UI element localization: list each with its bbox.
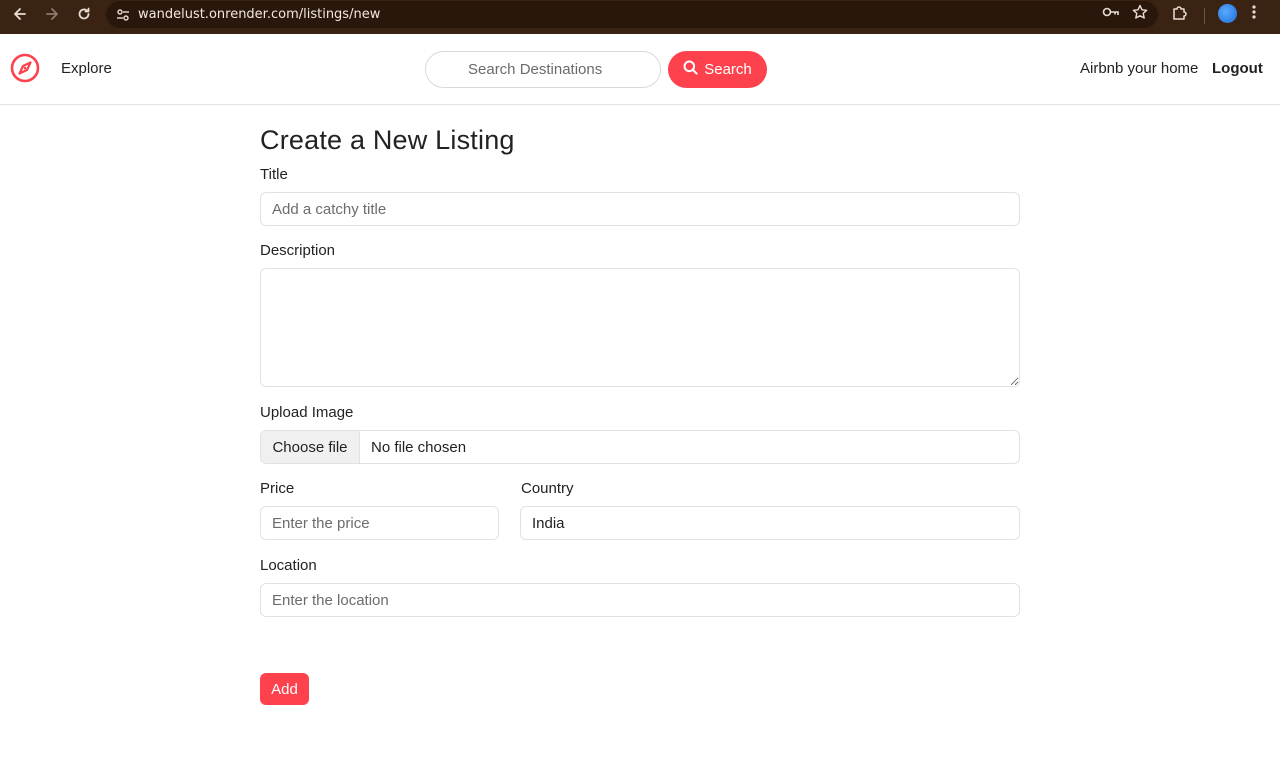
profile-avatar[interactable] bbox=[1218, 4, 1237, 23]
extensions-puzzle-icon[interactable] bbox=[1171, 4, 1189, 27]
location-label: Location bbox=[260, 557, 317, 574]
add-button[interactable]: Add bbox=[260, 673, 309, 705]
upload-image-label: Upload Image bbox=[260, 404, 354, 421]
search-button[interactable]: Search bbox=[668, 51, 767, 88]
search-icon bbox=[683, 60, 698, 79]
browser-toolbar: wandelust.onrender.com/listings/new bbox=[0, 0, 1280, 34]
description-textarea[interactable] bbox=[260, 268, 1020, 387]
site-settings-icon[interactable] bbox=[108, 8, 138, 22]
compass-logo-icon[interactable] bbox=[10, 53, 40, 83]
bookmark-star-icon[interactable] bbox=[1132, 4, 1148, 25]
reload-icon[interactable] bbox=[68, 0, 100, 27]
more-menu-icon[interactable] bbox=[1252, 4, 1256, 25]
url-text: wandelust.onrender.com/listings/new bbox=[138, 7, 381, 22]
logout-link[interactable]: Logout bbox=[1212, 60, 1263, 77]
password-key-icon[interactable] bbox=[1102, 5, 1120, 24]
airbnb-your-home-link[interactable]: Airbnb your home bbox=[1080, 60, 1198, 77]
image-file-input[interactable]: Choose file No file chosen bbox=[260, 430, 1020, 464]
site-navbar: Explore Search Airbnb your home Logout bbox=[0, 34, 1280, 105]
page-title: Create a New Listing bbox=[260, 125, 515, 155]
location-input[interactable] bbox=[260, 583, 1020, 617]
address-bar[interactable]: wandelust.onrender.com/listings/new bbox=[106, 1, 1158, 28]
country-input[interactable] bbox=[520, 506, 1020, 540]
country-label: Country bbox=[521, 480, 574, 497]
price-input[interactable] bbox=[260, 506, 499, 540]
explore-link[interactable]: Explore bbox=[61, 60, 112, 77]
search-destinations-input[interactable] bbox=[425, 51, 661, 88]
back-arrow-icon[interactable] bbox=[4, 0, 36, 27]
price-label: Price bbox=[260, 480, 295, 497]
forward-arrow-icon[interactable] bbox=[36, 0, 68, 27]
toolbar-divider bbox=[1204, 8, 1205, 24]
title-input[interactable] bbox=[260, 192, 1020, 226]
file-status-text: No file chosen bbox=[371, 438, 467, 456]
title-label: Title bbox=[260, 166, 288, 183]
description-label: Description bbox=[260, 242, 336, 259]
search-button-label: Search bbox=[704, 61, 752, 78]
choose-file-button[interactable]: Choose file bbox=[261, 431, 360, 463]
